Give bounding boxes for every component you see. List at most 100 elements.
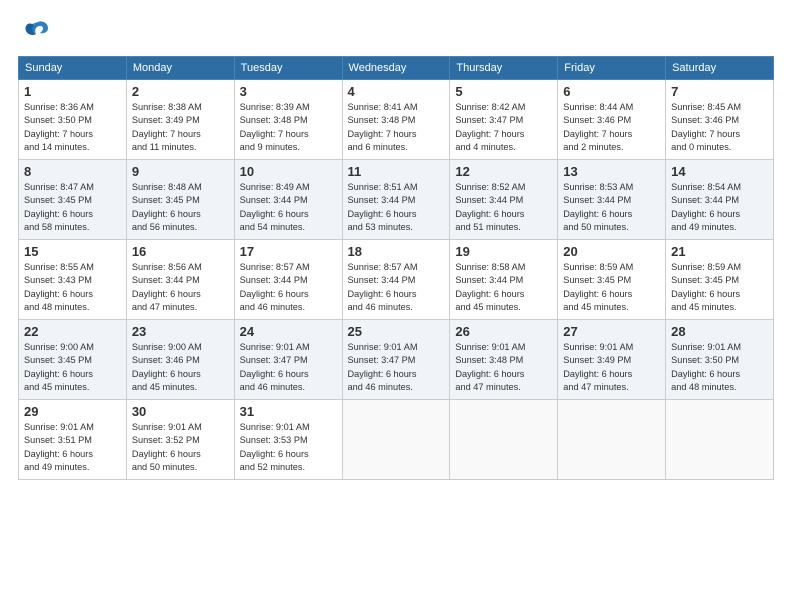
day-cell: 30 Sunrise: 9:01 AM Sunset: 3:52 PM Dayli… [126,400,234,480]
day-number: 5 [455,84,552,99]
day-number: 11 [348,164,445,179]
day-number: 28 [671,324,768,339]
day-info: Sunrise: 9:01 AM Sunset: 3:47 PM Dayligh… [240,341,337,394]
day-cell: 5 Sunrise: 8:42 AM Sunset: 3:47 PM Daylig… [450,80,558,160]
day-number: 9 [132,164,229,179]
header [18,18,774,46]
day-cell: 6Sunrise: 8:44 AM Sunset: 3:46 PM Daylig… [558,80,666,160]
day-cell: 13Sunrise: 8:53 AM Sunset: 3:44 PM Dayli… [558,160,666,240]
day-number: 29 [24,404,121,419]
day-info: Sunrise: 9:01 AM Sunset: 3:49 PM Dayligh… [563,341,660,394]
week-row-1: 1 Sunrise: 8:36 AM Sunset: 3:50 PM Daylig… [19,80,774,160]
day-number: 2 [132,84,229,99]
day-number: 31 [240,404,337,419]
day-number: 24 [240,324,337,339]
day-number: 17 [240,244,337,259]
col-header-sunday: Sunday [19,57,127,80]
day-cell: 10 Sunrise: 8:49 AM Sunset: 3:44 PM Dayli… [234,160,342,240]
day-cell: 11 Sunrise: 8:51 AM Sunset: 3:44 PM Dayli… [342,160,450,240]
day-info: Sunrise: 8:47 AM Sunset: 3:45 PM Dayligh… [24,181,121,234]
week-row-2: 8 Sunrise: 8:47 AM Sunset: 3:45 PM Daylig… [19,160,774,240]
day-cell: 23 Sunrise: 9:00 AM Sunset: 3:46 PM Dayli… [126,320,234,400]
day-info: Sunrise: 8:39 AM Sunset: 3:48 PM Dayligh… [240,101,337,154]
day-info: Sunrise: 8:45 AM Sunset: 3:46 PM Dayligh… [671,101,768,154]
day-cell: 21 Sunrise: 8:59 AM Sunset: 3:45 PM Dayli… [666,240,774,320]
day-cell: 20 Sunrise: 8:59 AM Sunset: 3:45 PM Dayli… [558,240,666,320]
day-cell [558,400,666,480]
day-info: Sunrise: 8:41 AM Sunset: 3:48 PM Dayligh… [348,101,445,154]
day-info: Sunrise: 8:51 AM Sunset: 3:44 PM Dayligh… [348,181,445,234]
day-info: Sunrise: 8:36 AM Sunset: 3:50 PM Dayligh… [24,101,121,154]
day-cell: 27 Sunrise: 9:01 AM Sunset: 3:49 PM Dayli… [558,320,666,400]
day-cell: 9 Sunrise: 8:48 AM Sunset: 3:45 PM Daylig… [126,160,234,240]
week-row-5: 29Sunrise: 9:01 AM Sunset: 3:51 PM Dayli… [19,400,774,480]
day-info: Sunrise: 9:01 AM Sunset: 3:53 PM Dayligh… [240,421,337,474]
day-number: 20 [563,244,660,259]
day-cell: 22Sunrise: 9:00 AM Sunset: 3:45 PM Dayli… [19,320,127,400]
day-cell: 14 Sunrise: 8:54 AM Sunset: 3:44 PM Dayli… [666,160,774,240]
day-info: Sunrise: 9:01 AM Sunset: 3:48 PM Dayligh… [455,341,552,394]
day-number: 1 [24,84,121,99]
day-info: Sunrise: 8:44 AM Sunset: 3:46 PM Dayligh… [563,101,660,154]
day-cell: 17 Sunrise: 8:57 AM Sunset: 3:44 PM Dayli… [234,240,342,320]
day-cell [342,400,450,480]
day-info: Sunrise: 8:58 AM Sunset: 3:44 PM Dayligh… [455,261,552,314]
day-number: 21 [671,244,768,259]
col-header-thursday: Thursday [450,57,558,80]
logo [18,18,54,46]
day-number: 14 [671,164,768,179]
col-header-monday: Monday [126,57,234,80]
day-number: 26 [455,324,552,339]
day-number: 27 [563,324,660,339]
day-cell [450,400,558,480]
day-info: Sunrise: 8:53 AM Sunset: 3:44 PM Dayligh… [563,181,660,234]
day-cell: 1 Sunrise: 8:36 AM Sunset: 3:50 PM Daylig… [19,80,127,160]
day-number: 18 [348,244,445,259]
day-info: Sunrise: 8:59 AM Sunset: 3:45 PM Dayligh… [671,261,768,314]
col-header-tuesday: Tuesday [234,57,342,80]
day-cell: 4 Sunrise: 8:41 AM Sunset: 3:48 PM Daylig… [342,80,450,160]
day-number: 3 [240,84,337,99]
week-row-4: 22Sunrise: 9:00 AM Sunset: 3:45 PM Dayli… [19,320,774,400]
day-number: 15 [24,244,121,259]
day-cell: 24 Sunrise: 9:01 AM Sunset: 3:47 PM Dayli… [234,320,342,400]
day-number: 16 [132,244,229,259]
day-info: Sunrise: 9:00 AM Sunset: 3:45 PM Dayligh… [24,341,121,394]
logo-icon [18,18,50,46]
day-number: 23 [132,324,229,339]
day-info: Sunrise: 9:01 AM Sunset: 3:50 PM Dayligh… [671,341,768,394]
day-info: Sunrise: 8:42 AM Sunset: 3:47 PM Dayligh… [455,101,552,154]
day-number: 10 [240,164,337,179]
day-info: Sunrise: 8:57 AM Sunset: 3:44 PM Dayligh… [240,261,337,314]
day-info: Sunrise: 9:01 AM Sunset: 3:47 PM Dayligh… [348,341,445,394]
day-info: Sunrise: 8:59 AM Sunset: 3:45 PM Dayligh… [563,261,660,314]
day-cell: 7Sunrise: 8:45 AM Sunset: 3:46 PM Daylig… [666,80,774,160]
week-row-3: 15 Sunrise: 8:55 AM Sunset: 3:43 PM Dayli… [19,240,774,320]
day-cell: 8 Sunrise: 8:47 AM Sunset: 3:45 PM Daylig… [19,160,127,240]
day-info: Sunrise: 9:01 AM Sunset: 3:52 PM Dayligh… [132,421,229,474]
day-number: 19 [455,244,552,259]
day-number: 8 [24,164,121,179]
day-info: Sunrise: 8:55 AM Sunset: 3:43 PM Dayligh… [24,261,121,314]
day-cell: 16 Sunrise: 8:56 AM Sunset: 3:44 PM Dayli… [126,240,234,320]
day-cell: 28 Sunrise: 9:01 AM Sunset: 3:50 PM Dayli… [666,320,774,400]
day-cell: 19 Sunrise: 8:58 AM Sunset: 3:44 PM Dayli… [450,240,558,320]
day-number: 12 [455,164,552,179]
col-header-saturday: Saturday [666,57,774,80]
calendar-table: SundayMondayTuesdayWednesdayThursdayFrid… [18,56,774,480]
day-info: Sunrise: 8:49 AM Sunset: 3:44 PM Dayligh… [240,181,337,234]
day-number: 4 [348,84,445,99]
day-info: Sunrise: 8:52 AM Sunset: 3:44 PM Dayligh… [455,181,552,234]
day-info: Sunrise: 8:48 AM Sunset: 3:45 PM Dayligh… [132,181,229,234]
day-info: Sunrise: 9:00 AM Sunset: 3:46 PM Dayligh… [132,341,229,394]
day-number: 30 [132,404,229,419]
day-cell [666,400,774,480]
day-cell: 26 Sunrise: 9:01 AM Sunset: 3:48 PM Dayli… [450,320,558,400]
day-info: Sunrise: 8:56 AM Sunset: 3:44 PM Dayligh… [132,261,229,314]
day-info: Sunrise: 8:57 AM Sunset: 3:44 PM Dayligh… [348,261,445,314]
day-info: Sunrise: 8:54 AM Sunset: 3:44 PM Dayligh… [671,181,768,234]
header-row: SundayMondayTuesdayWednesdayThursdayFrid… [19,57,774,80]
day-cell: 25Sunrise: 9:01 AM Sunset: 3:47 PM Dayli… [342,320,450,400]
col-header-wednesday: Wednesday [342,57,450,80]
day-cell: 31 Sunrise: 9:01 AM Sunset: 3:53 PM Dayli… [234,400,342,480]
